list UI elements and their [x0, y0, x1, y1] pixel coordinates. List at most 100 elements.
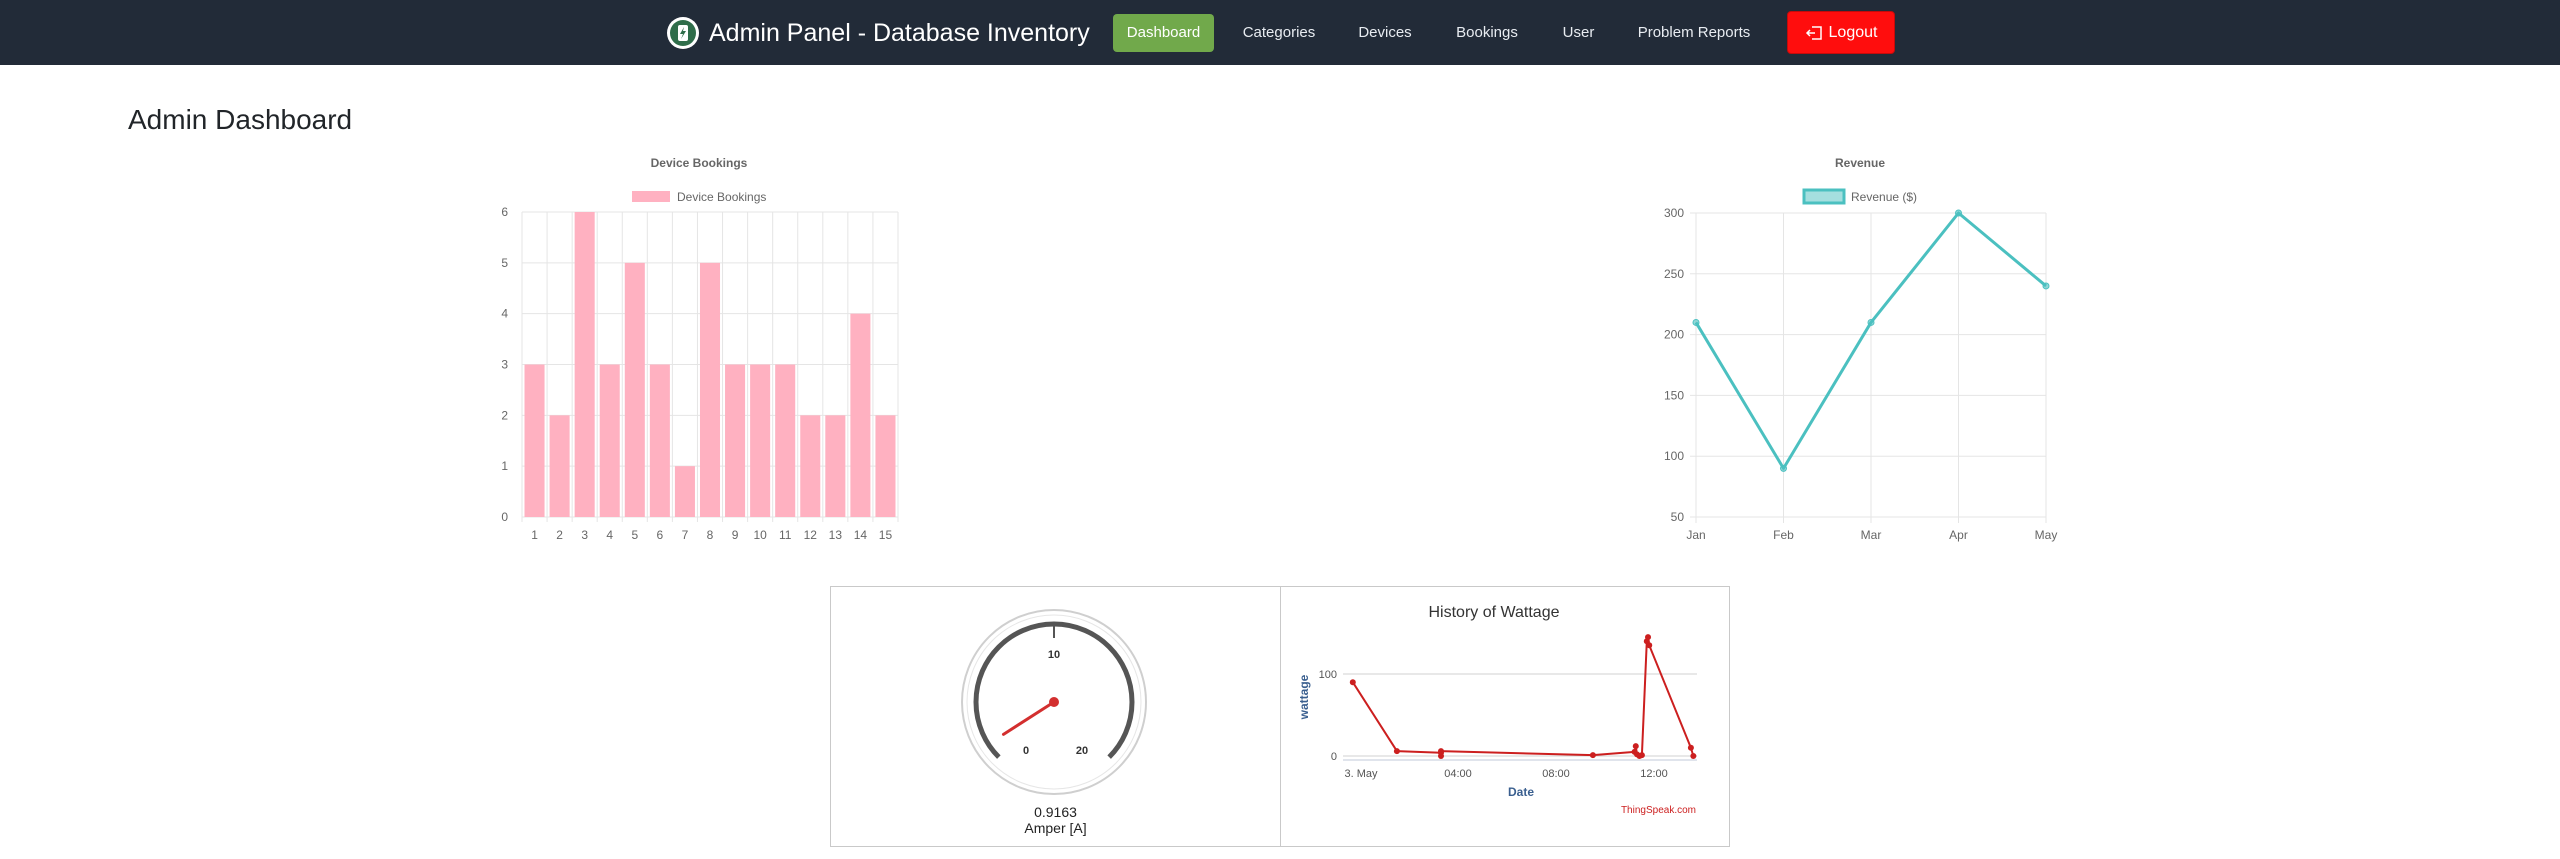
chart-title: History of Wattage — [1428, 604, 1559, 621]
nav-problem-reports[interactable]: Problem Reports — [1630, 14, 1758, 52]
data-point — [1638, 752, 1645, 759]
bar — [699, 262, 721, 517]
y-tick-label: 100 — [1664, 449, 1684, 463]
x-tick-label: 7 — [682, 528, 689, 542]
gauge-panel: 0 10 20 0.9163 Amper [A] — [830, 586, 1281, 847]
credit-label: ThingSpeak.com — [1621, 805, 1696, 816]
data-point — [1687, 744, 1694, 751]
x-tick-label: 14 — [854, 528, 868, 542]
x-tick-label: 04:00 — [1444, 768, 1472, 780]
y-tick-label: 50 — [1671, 510, 1685, 524]
gauge-value: 0.9163 — [1034, 804, 1077, 820]
x-tick-label: Jan — [1686, 528, 1705, 542]
x-tick-label: Mar — [1861, 528, 1882, 542]
bar — [800, 415, 821, 517]
x-tick-label: 10 — [753, 528, 767, 542]
wattage-history-chart: History of Wattage 100 0 3. May 04:00 08:00 12… — [1297, 604, 1697, 816]
x-tick-label: 8 — [707, 528, 714, 542]
bar — [750, 364, 771, 517]
x-tick-label: Feb — [1773, 528, 1794, 542]
chart-title: Device Bookings — [651, 156, 748, 170]
bar — [574, 212, 595, 517]
y-tick-label: 2 — [501, 408, 508, 422]
logout-label: Logout — [1828, 23, 1878, 41]
bar — [549, 415, 570, 517]
nav-user[interactable]: User — [1555, 14, 1602, 52]
series-line — [1351, 636, 1695, 757]
legend-label: Device Bookings — [677, 190, 766, 204]
chart-title: Revenue — [1835, 156, 1885, 170]
legend-swatch — [632, 191, 670, 202]
x-tick-label: 11 — [779, 528, 792, 542]
logout-button[interactable]: Logout — [1787, 11, 1895, 54]
x-tick-label: May — [2035, 528, 2058, 542]
y-tick-label: 4 — [501, 307, 508, 321]
device-bookings-chart: Device BookingsDevice Bookings01234561 2 3… — [501, 156, 899, 542]
data-point — [1867, 318, 1875, 326]
gauge-tick-label: 10 — [1048, 649, 1060, 661]
y-tick-label: 1 — [501, 459, 508, 473]
bar — [524, 364, 545, 517]
y-tick-label: 0 — [501, 510, 508, 524]
y-axis-title: wattage — [1297, 674, 1311, 720]
x-tick-label: 12:00 — [1640, 768, 1668, 780]
nav-dashboard[interactable]: Dashboard — [1113, 14, 1214, 52]
y-tick-label: 100 — [1319, 669, 1337, 681]
x-tick-label: 6 — [657, 528, 664, 542]
y-tick-label: 0 — [1331, 751, 1337, 763]
page-title: Admin Dashboard — [128, 104, 353, 135]
x-tick-label: Apr — [1949, 528, 1968, 542]
y-tick-label: 150 — [1664, 388, 1684, 402]
y-tick-label: 250 — [1664, 267, 1684, 281]
x-tick-label: 3 — [581, 528, 588, 542]
bar — [725, 364, 746, 517]
brand-title: Admin Panel - Database Inventory — [709, 18, 1090, 47]
wattage-panel: History of Wattage 100 0 3. May 04:00 08:00 12… — [1280, 586, 1730, 847]
bar — [599, 364, 620, 517]
nav-bookings[interactable]: Bookings — [1449, 14, 1525, 52]
y-tick-label: 6 — [501, 205, 508, 219]
bar — [775, 364, 796, 517]
bar — [624, 262, 645, 517]
top-navbar: Admin Panel - Database Inventory Dashboa… — [0, 0, 2560, 65]
x-tick-label: 1 — [531, 528, 538, 542]
revenue-chart: Revenue Revenue ($) 50 100 150 200 250 300 Jan Fe… — [1664, 156, 2058, 542]
nav-devices[interactable]: Devices — [1348, 14, 1422, 52]
y-tick-label: 3 — [501, 358, 508, 372]
y-tick-label: 200 — [1664, 328, 1684, 342]
legend-swatch — [1802, 188, 1846, 205]
x-tick-label: 12 — [804, 528, 818, 542]
x-tick-label: 08:00 — [1542, 768, 1570, 780]
y-tick-label: 5 — [501, 256, 508, 270]
legend-label: Revenue ($) — [1851, 190, 1917, 204]
data-point — [1955, 209, 1962, 217]
x-tick-label: 3. May — [1344, 768, 1378, 780]
data-point — [2042, 282, 2050, 290]
bar — [850, 313, 871, 517]
brand[interactable]: Admin Panel - Database Inventory — [666, 15, 1090, 51]
bar — [649, 364, 670, 517]
data-point — [1645, 634, 1652, 641]
x-tick-label: 9 — [732, 528, 739, 542]
inventory-logo-icon — [667, 17, 699, 49]
bar — [825, 415, 846, 517]
nav-categories[interactable]: Categories — [1233, 14, 1325, 52]
data-point — [1393, 748, 1400, 755]
logout-icon — [1805, 25, 1822, 40]
data-point — [1632, 743, 1639, 750]
data-point — [1349, 679, 1356, 686]
data-point — [1780, 464, 1787, 472]
data-point — [1589, 752, 1596, 759]
x-tick-label: 5 — [631, 528, 638, 542]
data-point — [1438, 748, 1444, 755]
bar — [674, 466, 695, 517]
gauge-unit-label: Amper [A] — [1024, 820, 1087, 836]
x-tick-label: 13 — [829, 528, 843, 542]
y-tick-label: 300 — [1664, 206, 1684, 220]
data-point — [1646, 642, 1653, 649]
x-tick-label: 15 — [879, 528, 893, 542]
bar — [875, 415, 896, 517]
x-tick-label: 2 — [556, 528, 563, 542]
x-tick-label: 4 — [606, 528, 613, 542]
x-axis-title: Date — [1508, 785, 1534, 799]
